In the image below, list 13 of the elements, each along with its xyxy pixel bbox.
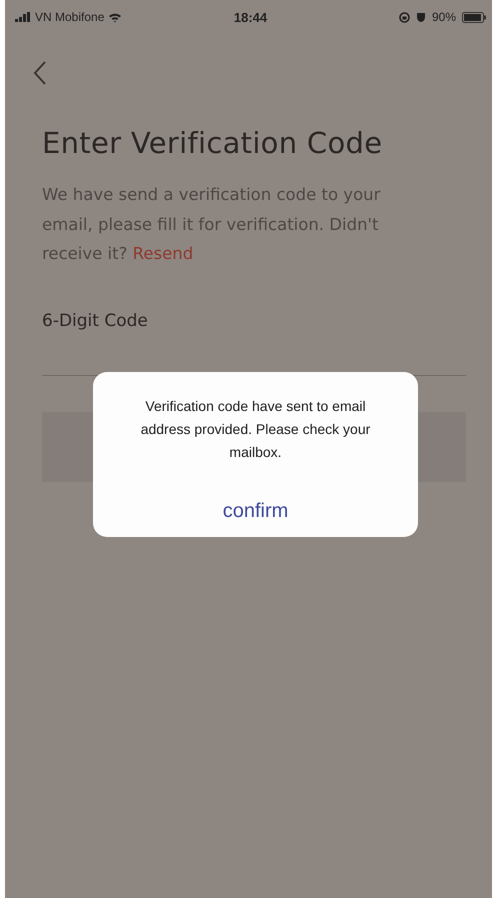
rotation-lock-icon <box>398 12 410 22</box>
back-button[interactable] <box>33 60 47 86</box>
carrier-name: VN Mobifone <box>35 10 104 24</box>
signal-icon <box>15 12 31 22</box>
alert-message: Verification code have sent to email address provided. Please check your mailbox. <box>140 397 372 462</box>
wifi-icon <box>108 12 122 22</box>
page-title: Enter Verification Code <box>42 126 384 160</box>
battery-icon <box>462 12 486 22</box>
battery-percent: 90% <box>432 10 456 24</box>
description-text: We have send a verification code to your email, please fill it for verification. Didn't receive it? Resend <box>42 184 382 265</box>
status-time: 18:44 <box>234 10 268 24</box>
confirm-button[interactable]: confirm <box>214 498 296 525</box>
field-label: 6-Digit Code <box>42 310 149 330</box>
